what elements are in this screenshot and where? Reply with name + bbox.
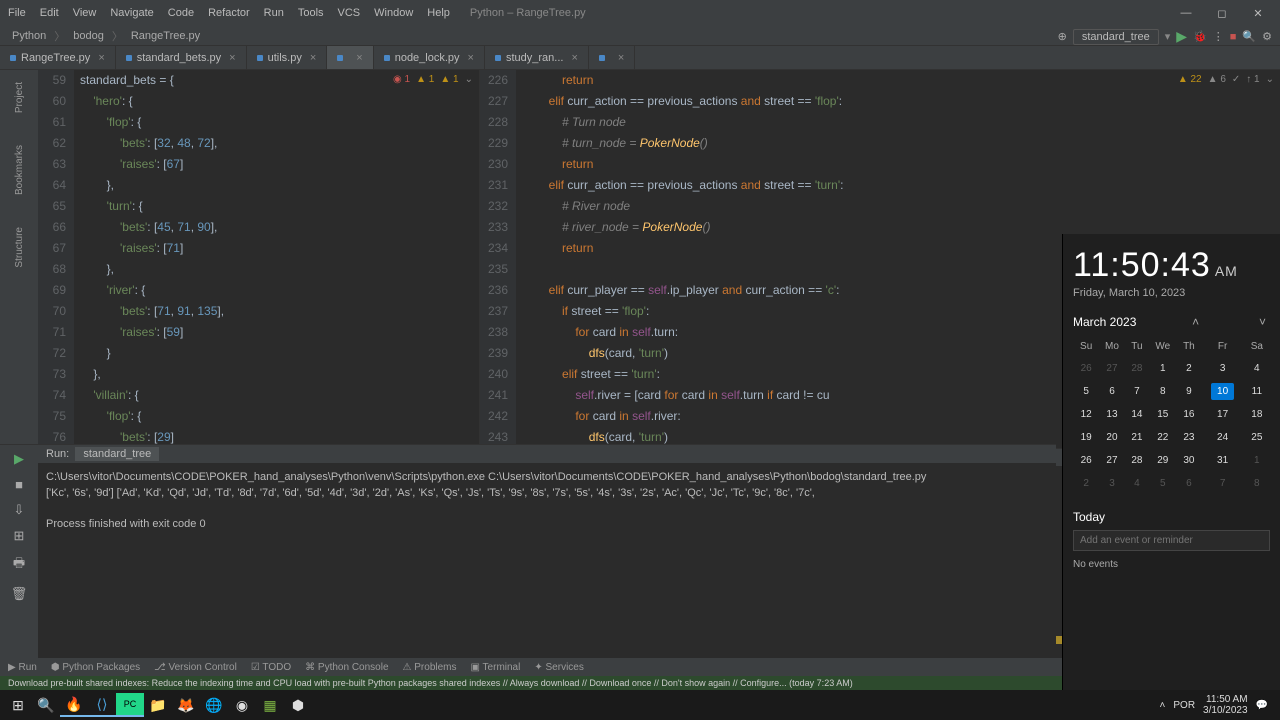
run-icon[interactable]: ▶ xyxy=(1176,28,1187,45)
editor-tab[interactable]: × xyxy=(327,46,373,69)
bottom-tool[interactable]: ⎇ Version Control xyxy=(154,662,237,673)
debug-icon[interactable]: 🐞 xyxy=(1193,30,1207,43)
taskbar: ⊞ 🔍 🔥 ⟨⟩ PC 📁 🦊 🌐 ◉ ▦ ⬢ ˄ POR 11:50 AM3/… xyxy=(0,690,1280,720)
run-output[interactable]: C:\Users\vitor\Documents\CODE\POKER_hand… xyxy=(38,463,1056,658)
rerun-icon[interactable]: ▶ xyxy=(14,451,24,467)
minimize-icon[interactable]: — xyxy=(1172,7,1200,20)
window-title: Python – RangeTree.py xyxy=(470,7,586,19)
agenda-title: Today xyxy=(1073,510,1270,524)
title-bar: File Edit View Navigate Code Refactor Run Tools… xyxy=(0,0,1280,26)
vscode-icon[interactable]: ⟨⟩ xyxy=(88,693,116,717)
tool-project[interactable]: Project xyxy=(12,78,27,117)
app-icon-2[interactable]: ◉ xyxy=(228,693,256,717)
menu-refactor[interactable]: Refactor xyxy=(208,7,250,19)
down-icon[interactable]: ⇩ xyxy=(14,502,25,518)
left-inspections: ◉ 1 ▲ 1 ▲ 1 ⌄ xyxy=(393,74,473,85)
bottom-tool[interactable]: ⚠ Problems xyxy=(403,662,457,673)
editor-tab[interactable]: standard_bets.py× xyxy=(116,46,247,69)
editor-tab[interactable]: study_ran...× xyxy=(485,46,589,69)
calendar-grid[interactable]: SuMoTuWeThFrSa26272812345678910111213141… xyxy=(1073,335,1270,496)
left-code[interactable]: 59 60 61 62 63 64 65 66 67 68 69 70 71 7… xyxy=(38,70,479,448)
bottom-tool[interactable]: ⌘ Python Console xyxy=(305,662,388,673)
run-tool-strip: ▶ ■ ⇩ ⊞ 🖶 🗑 xyxy=(0,445,38,658)
run-config-selector[interactable]: standard_tree xyxy=(1073,29,1159,45)
clock-flyout: 11:50:43AM Friday, March 10, 2023 March … xyxy=(1062,234,1280,690)
menu-view[interactable]: View xyxy=(73,7,97,19)
cal-down-icon[interactable]: ˅ xyxy=(1255,315,1270,329)
tray-lang[interactable]: POR xyxy=(1173,700,1195,711)
firefox-icon[interactable]: 🦊 xyxy=(172,693,200,717)
tool-structure[interactable]: Structure xyxy=(12,223,27,272)
editor-tabs: RangeTree.py×standard_bets.py×utils.py××… xyxy=(0,46,1280,70)
menu-help[interactable]: Help xyxy=(427,7,450,19)
explorer-icon[interactable]: 📁 xyxy=(144,693,172,717)
more-icon[interactable]: ⋮ xyxy=(1213,30,1224,43)
bottom-tool[interactable]: ▣ Terminal xyxy=(471,662,521,673)
editor-tab[interactable]: node_lock.py× xyxy=(374,46,485,69)
add-config-icon[interactable]: ⊕ xyxy=(1058,30,1067,43)
start-icon[interactable]: ⊞ xyxy=(4,693,32,717)
app-icon-3[interactable]: ▦ xyxy=(256,693,284,717)
layout-icon[interactable]: ⊞ xyxy=(14,528,25,544)
clock-time: 11:50:43AM xyxy=(1073,246,1270,285)
no-events-label: No events xyxy=(1073,559,1270,570)
menu-window[interactable]: Window xyxy=(374,7,413,19)
breadcrumb[interactable]: RangeTree.py xyxy=(127,30,204,42)
editor-tab[interactable]: RangeTree.py× xyxy=(0,46,116,69)
menu-file[interactable]: File xyxy=(8,7,26,19)
calendar-month[interactable]: March 2023 xyxy=(1073,315,1136,329)
chrome-icon[interactable]: 🌐 xyxy=(200,693,228,717)
breadcrumb[interactable]: Python xyxy=(8,30,50,42)
dropdown-icon[interactable]: ▾ xyxy=(1165,30,1171,43)
menu-navigate[interactable]: Navigate xyxy=(110,7,153,19)
search-icon[interactable]: 🔍 xyxy=(1242,30,1256,43)
run-tab-name[interactable]: standard_tree xyxy=(75,447,159,461)
main-menu: File Edit View Navigate Code Refactor Run Tools… xyxy=(8,7,450,19)
trash-icon[interactable]: 🗑 xyxy=(11,586,28,602)
stop-run-icon[interactable]: ■ xyxy=(15,477,23,492)
run-panel: ▶ ■ ⇩ ⊞ 🖶 🗑 Run: standard_tree C:\Users\… xyxy=(0,444,1056,658)
maximize-icon[interactable]: ◻ xyxy=(1208,7,1236,20)
bottom-tool[interactable]: ☑ TODO xyxy=(251,662,291,673)
settings-icon[interactable]: ⚙ xyxy=(1262,30,1272,43)
menu-tools[interactable]: Tools xyxy=(298,7,324,19)
bottom-tool[interactable]: ✦ Services xyxy=(534,662,584,673)
run-header: Run: standard_tree xyxy=(38,445,1056,463)
print-icon[interactable]: 🖶 xyxy=(13,554,25,576)
search-taskbar-icon[interactable]: 🔍 xyxy=(32,693,60,717)
app-icon-1[interactable]: 🔥 xyxy=(60,693,88,717)
breadcrumb[interactable]: bodog xyxy=(69,30,108,42)
menu-run[interactable]: Run xyxy=(264,7,284,19)
menu-edit[interactable]: Edit xyxy=(40,7,59,19)
tray-chevron-icon[interactable]: ˄ xyxy=(1160,700,1166,711)
cal-up-icon[interactable]: ˄ xyxy=(1188,315,1203,329)
editor-tab[interactable]: × xyxy=(589,46,635,69)
app-icon-4[interactable]: ⬢ xyxy=(284,693,312,717)
stop-icon[interactable]: ■ xyxy=(1230,31,1237,43)
right-inspections: ▲ 22 ▲ 6 ✓↑ 1⌄ xyxy=(1178,74,1274,85)
menu-vcs[interactable]: VCS xyxy=(338,7,361,19)
clock-date: Friday, March 10, 2023 xyxy=(1073,287,1270,299)
close-icon[interactable]: ✕ xyxy=(1244,7,1272,20)
bottom-tool[interactable]: ⬢ Python Packages xyxy=(51,662,140,673)
tool-bookmarks[interactable]: Bookmarks xyxy=(12,141,27,199)
menu-code[interactable]: Code xyxy=(168,7,194,19)
bottom-tool[interactable]: ▶ Run xyxy=(8,662,37,673)
agenda-input[interactable] xyxy=(1073,530,1270,551)
pycharm-icon[interactable]: PC xyxy=(116,693,144,717)
window-controls: — ◻ ✕ xyxy=(1172,7,1272,20)
notification-icon[interactable]: 💬 xyxy=(1256,700,1268,711)
run-toolbar: ⊕ standard_tree ▾ ▶ 🐞 ⋮ ■ 🔍 ⚙ xyxy=(1058,28,1272,45)
editor-tab[interactable]: utils.py× xyxy=(247,46,328,69)
system-tray[interactable]: ˄ POR 11:50 AM3/10/2023 💬 xyxy=(1160,694,1276,716)
